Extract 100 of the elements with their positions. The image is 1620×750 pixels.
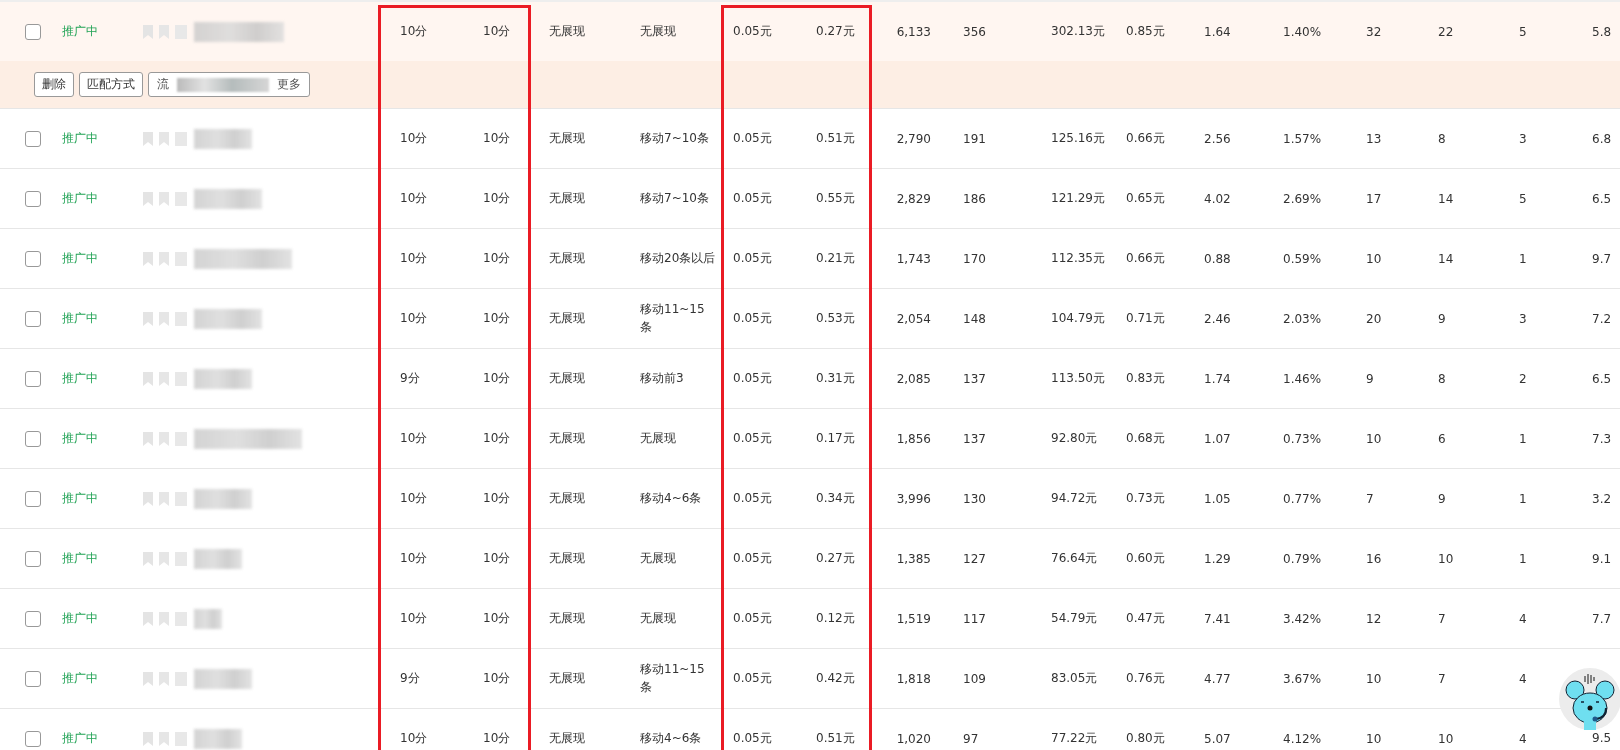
table-cell: 0.05元 [733, 671, 772, 685]
table-cell: 9.7 [1592, 251, 1612, 266]
table-cell: 0.21元 [816, 251, 855, 265]
table-cell: 10分 [400, 431, 428, 445]
table-cell: 0.05元 [733, 191, 772, 205]
action-button[interactable]: 匹配方式 [79, 72, 143, 97]
table-cell: 10分 [400, 131, 428, 145]
table-cell: 0.79% [1283, 551, 1322, 566]
table-cell: 0.77% [1283, 491, 1322, 506]
table-cell: 109 [963, 671, 986, 686]
table-cell: 3.42% [1283, 611, 1322, 626]
table-cell: 10分 [400, 191, 428, 205]
table-cell: 1 [1519, 431, 1527, 446]
table-cell: 2 [1519, 371, 1527, 386]
action-button[interactable]: 删除 [34, 72, 74, 97]
table-cell: 7.41 [1204, 611, 1231, 626]
table-cell: 1,743 [896, 251, 931, 266]
row-checkbox[interactable] [25, 730, 41, 747]
table-cell: 4 [1519, 611, 1527, 626]
row-checkbox[interactable] [25, 430, 41, 447]
table-cell: 0.73元 [1126, 491, 1165, 505]
table-cell: 0.05元 [733, 371, 772, 385]
row-checkbox[interactable] [25, 370, 41, 387]
table-cell: 1,856 [896, 431, 931, 446]
table-cell: 7.2 [1592, 311, 1612, 326]
tag-icons [142, 250, 188, 267]
blurred-button[interactable]: 流 更多 [148, 72, 310, 97]
row-checkbox[interactable] [25, 130, 41, 147]
table-cell: 5.8 [1592, 24, 1612, 39]
table-cell: 10分 [483, 611, 511, 625]
table-cell: 6,133 [896, 24, 931, 39]
table-cell: 无展现 [549, 131, 585, 145]
mouse-assistant-icon[interactable] [1559, 668, 1620, 730]
table-cell: 0.51元 [816, 731, 855, 745]
table-cell: 2,054 [896, 311, 931, 326]
table-cell: 10 [1366, 431, 1382, 446]
table-cell: 10分 [483, 251, 511, 265]
table-cell: 10 [1366, 671, 1382, 686]
row-checkbox[interactable] [25, 610, 41, 627]
table-cell: 0.73% [1283, 431, 1322, 446]
table-cell: 0.27元 [816, 551, 855, 565]
blurred-keyword [194, 308, 262, 329]
table-cell: 8 [1438, 371, 1446, 386]
table-cell: 9 [1438, 491, 1446, 506]
table-cell: 127 [963, 551, 986, 566]
row-checkbox[interactable] [25, 190, 41, 207]
table-cell: 10分 [483, 431, 511, 445]
table-cell: 10 [1366, 731, 1382, 746]
table-cell: 0.05元 [733, 24, 772, 38]
table-cell: 1 [1519, 491, 1527, 506]
table-cell: 6.8 [1592, 131, 1612, 146]
row-checkbox[interactable] [25, 550, 41, 567]
table-cell: 0.05元 [733, 431, 772, 445]
table-cell: 10分 [483, 491, 511, 505]
tag-icons [142, 190, 188, 207]
tag-icons [142, 610, 188, 627]
table-cell: 0.76元 [1126, 671, 1165, 685]
table-cell: 10分 [483, 371, 511, 385]
row-checkbox[interactable] [25, 23, 41, 40]
table-cell: 10分 [483, 671, 511, 685]
table-cell: 10分 [483, 131, 511, 145]
table-cell: 3 [1519, 131, 1527, 146]
table-cell: 112.35元 [1051, 251, 1105, 265]
table-cell: 9.1 [1592, 551, 1612, 566]
status-text: 推广中 [62, 551, 98, 565]
table-cell: 125.16元 [1051, 131, 1105, 145]
rank-cell-text: 无展现 [640, 22, 676, 40]
table-cell: 9 [1366, 371, 1374, 386]
table-cell: 0.55元 [816, 191, 855, 205]
table-cell: 32 [1366, 24, 1382, 39]
table-cell: 0.05元 [733, 251, 772, 265]
table-cell: 170 [963, 251, 986, 266]
table-cell: 54.79元 [1051, 611, 1098, 625]
status-text: 推广中 [62, 431, 98, 445]
table-cell: 3.67% [1283, 671, 1322, 686]
table-cell: 4.77 [1204, 671, 1231, 686]
blurred-keyword [194, 488, 252, 509]
rank-cell-text: 移动20条以后 [640, 249, 716, 267]
table-cell: 0.05元 [733, 311, 772, 325]
table-cell: 0.85元 [1126, 24, 1165, 38]
table-cell: 17 [1366, 191, 1382, 206]
row-checkbox[interactable] [25, 670, 41, 687]
table-cell: 7 [1366, 491, 1374, 506]
tag-icons [142, 23, 188, 40]
table-cell: 12 [1366, 611, 1382, 626]
tag-icons [142, 130, 188, 147]
table-cell: 302.13元 [1051, 24, 1105, 38]
table-cell: 0.60元 [1126, 551, 1165, 565]
table-cell: 4.12% [1283, 731, 1322, 746]
row-checkbox[interactable] [25, 310, 41, 327]
rank-cell-text: 移动前3 [640, 369, 684, 387]
row-checkbox[interactable] [25, 250, 41, 267]
table-cell: 0.05元 [733, 131, 772, 145]
table-cell: 无展现 [549, 671, 585, 685]
table-cell: 0.05元 [733, 731, 772, 745]
table-cell: 10分 [483, 311, 511, 325]
table-cell: 137 [963, 431, 986, 446]
table-cell: 0.59% [1283, 251, 1322, 266]
row-checkbox[interactable] [25, 490, 41, 507]
table-cell: 10分 [483, 191, 511, 205]
